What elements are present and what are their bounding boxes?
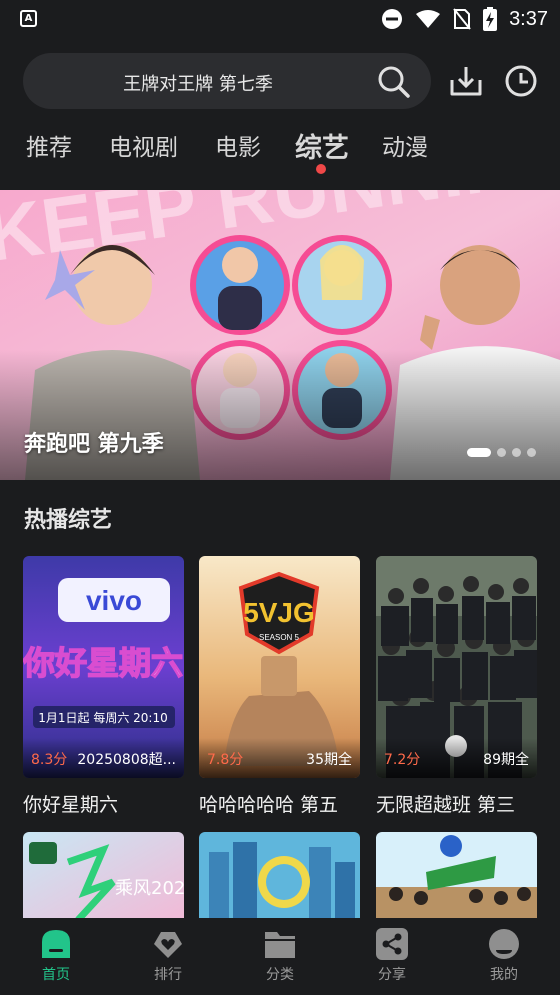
tab-tv-series[interactable]: 电视剧 [109,128,178,162]
section-title-hot-variety: 热播综艺 [24,508,113,533]
card-title: 哈哈哈哈哈 第五 [199,794,339,816]
search-icon[interactable] [377,65,411,99]
pagination-dot [527,448,536,457]
search-suggestion-text: 王牌对王牌 第七季 [123,74,273,95]
do-not-disturb-icon [382,9,403,29]
list-item[interactable] [376,832,537,922]
nav-label: 我的 [490,967,518,983]
search-row: 王牌对王牌 第七季 [0,52,560,110]
download-icon[interactable] [449,64,483,98]
banner-title: 奔跑吧 第九季 [24,432,164,457]
poster-image: 7.2分 89期全 [376,556,537,778]
poster-image: 乘风2025 [23,832,184,922]
nav-home[interactable]: 首页 [16,928,96,984]
search-bar[interactable]: 王牌对王牌 第七季 [23,53,431,109]
poster-show-text: 乘风2025 [115,878,184,899]
rating-score: 7.2分 [384,752,421,768]
rating-score: 8.3分 [31,752,68,768]
episode-info: 20250808超... [77,752,176,768]
battery-charging-icon [483,7,498,31]
tab-movies[interactable]: 电影 [215,128,261,162]
nav-share[interactable]: 分享 [352,928,432,984]
nav-label: 首页 [42,967,70,983]
poster-show-text: 你好星期六 [23,644,183,682]
nav-label: 排行 [154,967,182,983]
poster-image: 5VJG SEASON 5 7.8分 35期全 [199,556,360,778]
poster-image [199,832,360,922]
rating-score: 7.8分 [207,752,244,768]
active-tab-indicator [316,164,326,174]
hero-banner[interactable]: KEEP RUNNING 奔跑吧 第九季 [0,190,560,480]
episode-info: 35期全 [306,752,352,768]
card-title: 你好星期六 [23,794,119,816]
list-item[interactable]: 乘风2025 [23,832,184,922]
wifi-icon [416,10,441,28]
poster-overlay: 7.2分 89期全 [376,738,537,778]
ranking-heart-icon [154,932,182,958]
list-item[interactable]: 5VJG SEASON 5 7.8分 35期全 哈哈哈哈哈 第五 [199,556,360,817]
poster-image: vivo 你好星期六 1月1日起 每周六 20:10 8.3分 20250808… [23,556,184,778]
list-item[interactable] [199,832,360,922]
app-notification-icon: A [20,10,37,27]
home-icon [42,930,70,958]
nav-label: 分类 [266,967,294,983]
tab-recommend[interactable]: 推荐 [26,128,72,162]
list-item[interactable]: 7.2分 89期全 无限超越班 第三 [376,556,537,817]
profile-icon [489,929,519,959]
poster-season-text: SEASON 5 [259,633,300,642]
folder-icon [265,932,295,958]
poster-brand-text: vivo [86,585,142,616]
no-sim-icon [453,8,471,30]
poster-overlay: 8.3分 20250808超... [23,738,184,778]
poster-overlay: 7.8分 35期全 [199,738,360,778]
nav-ranking[interactable]: 排行 [128,928,208,984]
status-bar: A 3:37 [0,0,560,40]
poster-image [376,832,537,922]
list-item[interactable]: vivo 你好星期六 1月1日起 每周六 20:10 8.3分 20250808… [23,556,184,817]
nav-category[interactable]: 分类 [240,928,320,984]
history-clock-icon[interactable] [504,64,538,98]
nav-label: 分享 [378,967,406,983]
tab-anime[interactable]: 动漫 [382,128,428,162]
card-title: 无限超越班 第三 [376,794,516,816]
tab-variety[interactable]: 综艺 [295,126,349,165]
banner-pagination [467,448,536,457]
share-icon [376,928,408,960]
pagination-dot [512,448,521,457]
episode-info: 89期全 [483,752,529,768]
nav-profile[interactable]: 我的 [464,928,544,984]
poster-logo-text: 5VJG [243,597,315,628]
pagination-dot [467,448,491,457]
poster-date-text: 1月1日起 每周六 20:10 [38,710,167,725]
pagination-dot [497,448,506,457]
bottom-navigation: 首页 排行 分类 分享 我的 [0,918,560,995]
category-tabs: 推荐 电视剧 电影 综艺 动漫 [0,128,560,178]
clock: 3:37 [509,7,548,30]
